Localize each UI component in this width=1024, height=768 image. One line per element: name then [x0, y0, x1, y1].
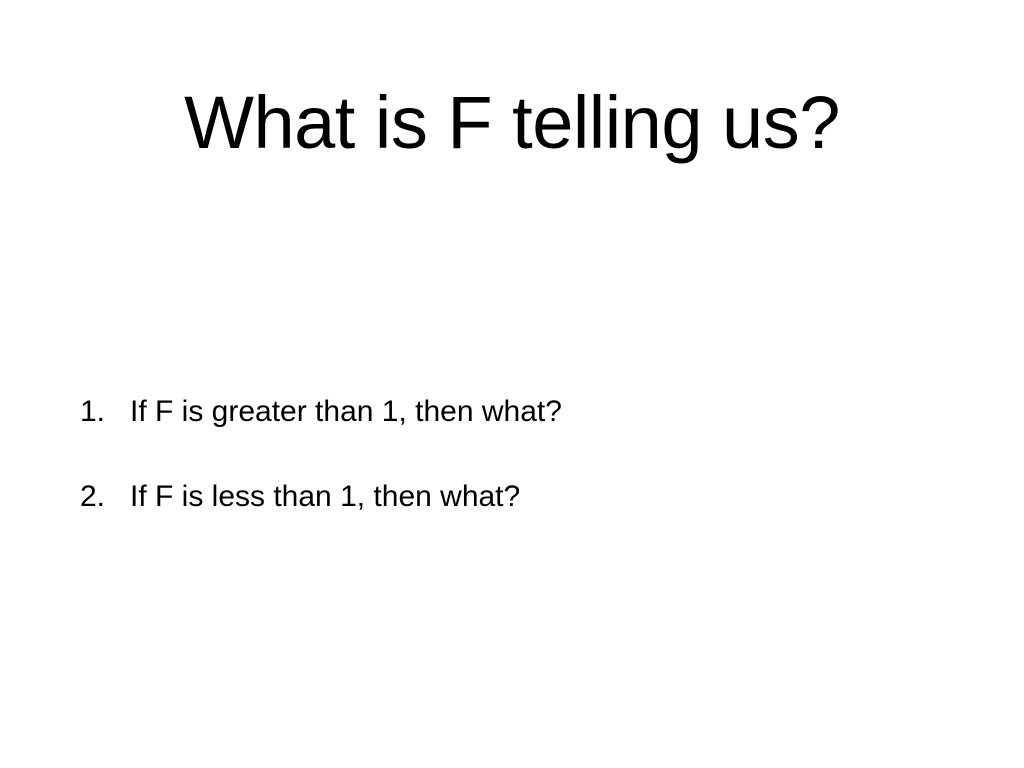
list-item-text: If F is less than 1, then what? — [130, 480, 521, 513]
list-item: 1. If F is greater than 1, then what? — [80, 392, 562, 432]
slide-title: What is F telling us? — [184, 81, 840, 164]
list-item-number: 2. — [80, 480, 106, 513]
question-list: 1. If F is greater than 1, then what? 2.… — [80, 392, 562, 562]
list-item-number: 1. — [80, 395, 106, 428]
slide: What is F telling us? 1. If F is greater… — [0, 0, 1024, 768]
list-item: 2. If F is less than 1, then what? — [80, 477, 562, 517]
list-item-text: If F is greater than 1, then what? — [130, 395, 562, 428]
